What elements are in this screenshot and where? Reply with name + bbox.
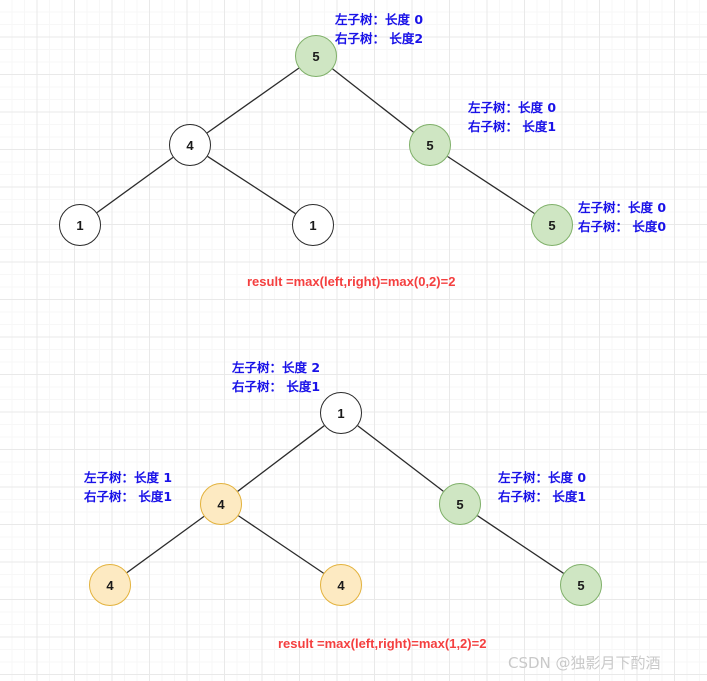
tree-edge [206,67,300,134]
tree-edge [477,515,564,574]
result-formula: result =max(left,right)=max(1,2)=2 [278,636,487,651]
tree-edge [238,515,324,574]
tree-edge [237,425,325,492]
right-subtree-length-label: 右子树： 长度1 [84,489,173,504]
right-subtree-length-label: 右子树： 长度1 [468,119,557,134]
result-formula: result =max(left,right)=max(0,2)=2 [247,274,456,289]
tree-node: 4 [169,124,211,166]
tree-node: 5 [295,35,337,77]
left-subtree-length-label: 左子树：长度 0 [578,200,667,215]
subtree-length-annotation: 左子树：长度 1 右子树： 长度1 [84,468,172,506]
csdn-watermark: CSDN @独影月下酌酒 [508,654,661,672]
left-subtree-length-label: 左子树：长度 0 [498,470,587,485]
tree-edge [447,155,535,215]
tree-edge [207,155,296,215]
tree-edge [332,68,414,133]
subtree-length-annotation: 左子树：长度 0 右子树： 长度1 [468,98,556,136]
subtree-length-annotation: 左子树：长度 0 右子树： 长度2 [335,10,423,48]
diagram-canvas: 5 4 1 1 5 5 左子树：长度 0 右子树： 长度2 左子树：长度 0 右子树： 长度1 左子… [0,0,707,681]
tree-node: 5 [439,483,481,525]
left-subtree-length-label: 左子树：长度 0 [335,12,424,27]
tree-node: 5 [531,204,573,246]
tree-node: 1 [59,204,101,246]
tree-node: 1 [292,204,334,246]
tree-node: 4 [200,483,242,525]
left-subtree-length-label: 左子树：长度 1 [84,470,173,485]
tree-node: 5 [409,124,451,166]
right-subtree-length-label: 右子树： 长度1 [498,489,587,504]
tree-edge [357,425,444,492]
tree-node: 1 [320,392,362,434]
tree-node: 5 [560,564,602,606]
left-subtree-length-label: 左子树：长度 2 [232,360,321,375]
right-subtree-length-label: 右子树： 长度1 [232,379,321,394]
tree-node: 4 [320,564,362,606]
tree-edge [96,156,174,214]
right-subtree-length-label: 右子树： 长度0 [578,219,667,234]
subtree-length-annotation: 左子树：长度 0 右子树： 长度1 [498,468,586,506]
tree-edge [126,515,205,574]
subtree-length-annotation: 左子树：长度 2 右子树： 长度1 [232,358,320,396]
tree-node: 4 [89,564,131,606]
left-subtree-length-label: 左子树：长度 0 [468,100,557,115]
subtree-length-annotation: 左子树：长度 0 右子树： 长度0 [578,198,666,236]
right-subtree-length-label: 右子树： 长度2 [335,31,424,46]
